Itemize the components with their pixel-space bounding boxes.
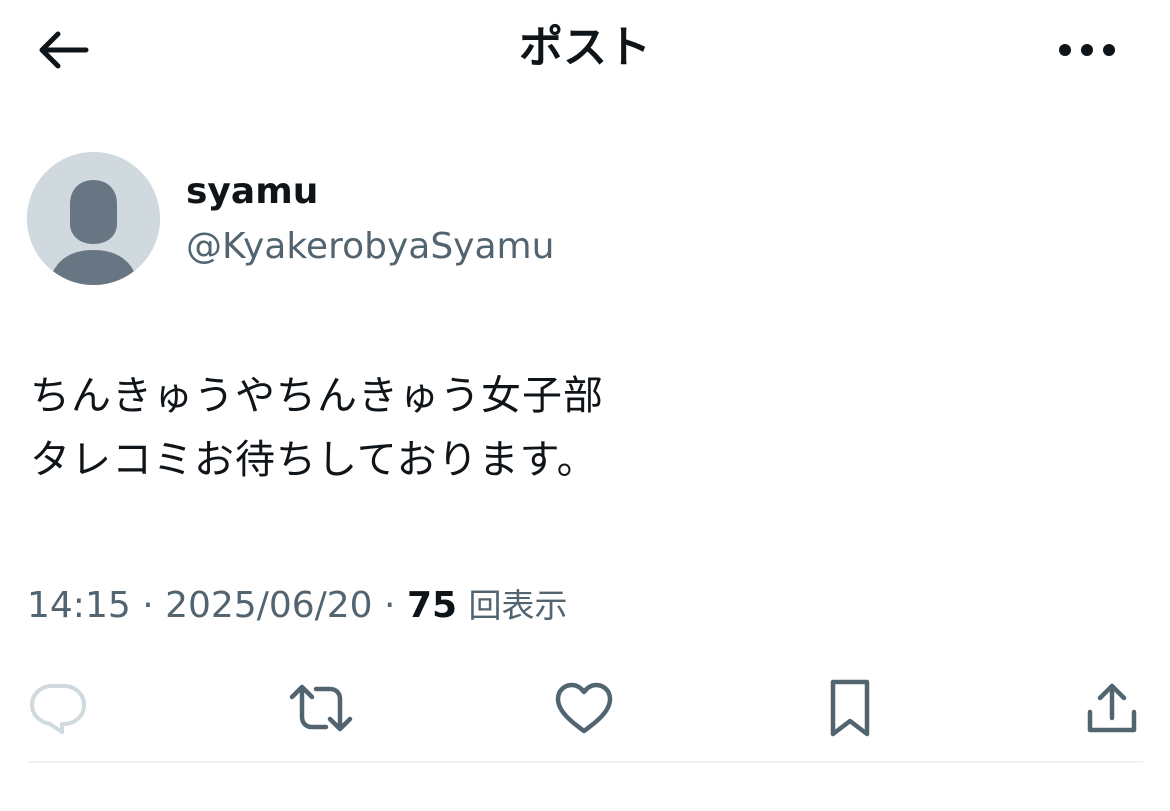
divider	[27, 761, 1143, 763]
like-icon	[555, 682, 613, 734]
views-count[interactable]: 75	[407, 585, 457, 626]
avatar[interactable]	[27, 152, 160, 285]
retweet-button[interactable]	[285, 672, 357, 744]
default-avatar-icon	[27, 152, 160, 285]
views-label-spacer	[457, 585, 468, 626]
meta-separator: ·	[372, 585, 407, 626]
views-label[interactable]: 回表示	[469, 586, 568, 625]
more-options-button[interactable]	[1052, 22, 1122, 78]
post-time[interactable]: 14:15	[27, 585, 131, 626]
share-icon	[1087, 683, 1137, 733]
bookmark-icon	[830, 679, 870, 737]
post-text: ちんきゅうやちんきゅう女子部 タレコミお待ちしております。	[30, 364, 1140, 492]
top-bar: ポスト	[0, 0, 1170, 100]
meta-separator: ·	[130, 585, 166, 626]
share-button[interactable]	[1076, 672, 1148, 744]
arrow-left-icon	[39, 31, 89, 69]
bookmark-button[interactable]	[814, 672, 886, 744]
retweet-icon	[289, 684, 353, 732]
author-handle[interactable]: @KyakerobyaSyamu	[186, 223, 554, 271]
post-meta: 14:15 · 2025/06/20 · 75 回表示	[27, 580, 568, 632]
post-date[interactable]: 2025/06/20	[165, 585, 373, 626]
post-text-line: ちんきゅうやちんきゅう女子部	[30, 373, 604, 419]
reply-icon	[30, 684, 86, 734]
more-horizontal-icon	[1059, 44, 1115, 56]
post-text-line: タレコミお待ちしております。	[30, 437, 598, 483]
page-title: ポスト	[519, 22, 651, 73]
like-button[interactable]	[548, 672, 620, 744]
back-button[interactable]	[30, 22, 94, 78]
action-bar	[0, 672, 1170, 752]
author-name[interactable]: syamu	[186, 168, 318, 216]
reply-button[interactable]	[22, 672, 94, 744]
